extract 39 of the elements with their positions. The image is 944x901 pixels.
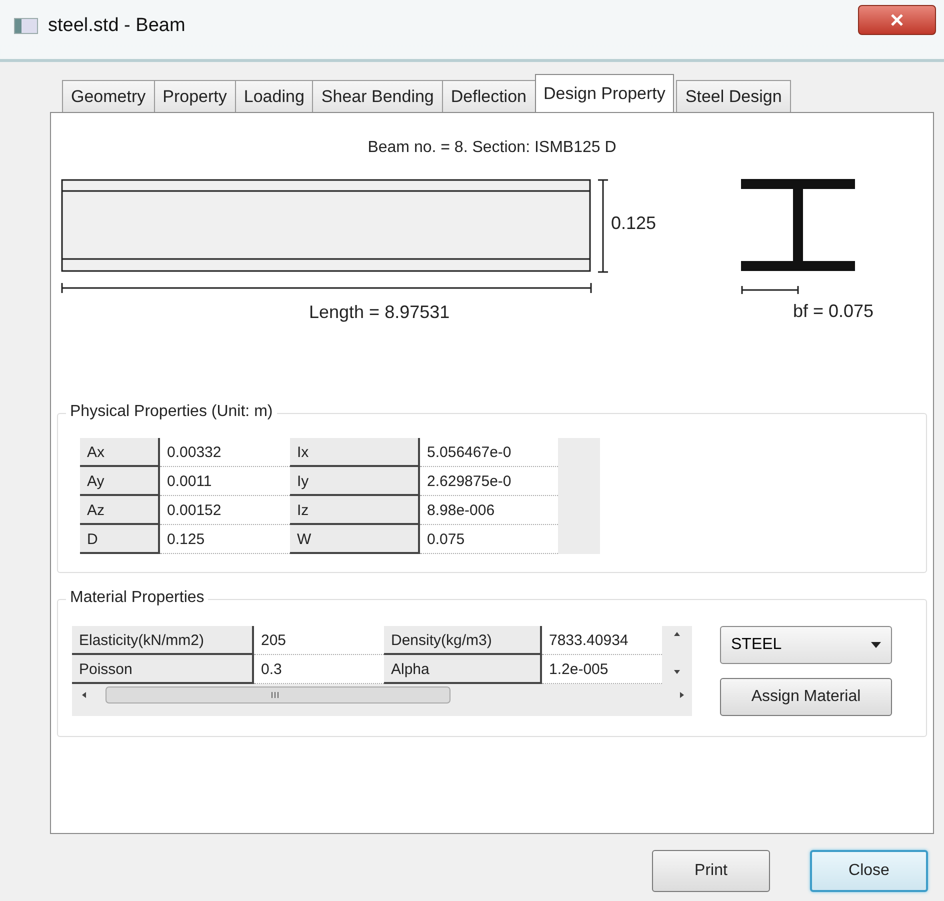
flange-width-dimension-line [741,285,799,295]
tab[interactable]: Geometry [62,80,155,112]
close-button[interactable] [858,4,936,34]
depth-label: 0.125 [611,213,656,235]
tab[interactable]: Deflection [442,80,536,112]
beam-caption: Beam no. = 8. Section: ISMB125 D [366,139,618,157]
flange-width-label: bf = 0.075 [793,301,875,322]
close-icon [890,14,904,26]
window-title: steel.std - Beam [48,14,186,36]
tab[interactable]: Shear Bending [312,80,443,112]
dialog-button[interactable]: Close [810,850,928,892]
property-name: Iz [290,496,420,525]
property-name: Elasticity(kN/mm2) [72,626,254,655]
group-title: Physical Properties (Unit: m) [66,403,277,421]
property-name: Ax [80,438,160,467]
dialog-button[interactable]: Print [652,850,770,892]
property-name: Iy [290,467,420,496]
property-name: Poisson [72,655,254,684]
property-name: Ix [290,438,420,467]
property-value: 0.3 [254,655,384,684]
material-dropdown[interactable]: STEEL [720,626,892,664]
tab[interactable]: Loading [234,80,314,112]
property-value: 7833.40934 [542,626,662,655]
property-value: 1.2e-005 [542,655,662,684]
property-name: Ay [80,467,160,496]
property-value: 205 [254,626,384,655]
window-icon [14,18,38,34]
property-name: Density(kg/m3) [384,626,542,655]
assign-material-button[interactable]: Assign Material [720,678,892,716]
tab[interactable]: Steel Design [676,80,791,112]
tab[interactable]: Property [154,80,236,112]
group-title: Material Properties [66,589,208,607]
property-name: D [80,525,160,554]
property-name: W [290,525,420,554]
property-name: Alpha [384,655,542,684]
caret-icon [871,642,881,648]
length-label: Length = 8.97531 [309,302,451,323]
property-name: Az [80,496,160,525]
tab[interactable]: Design Property [534,74,674,112]
